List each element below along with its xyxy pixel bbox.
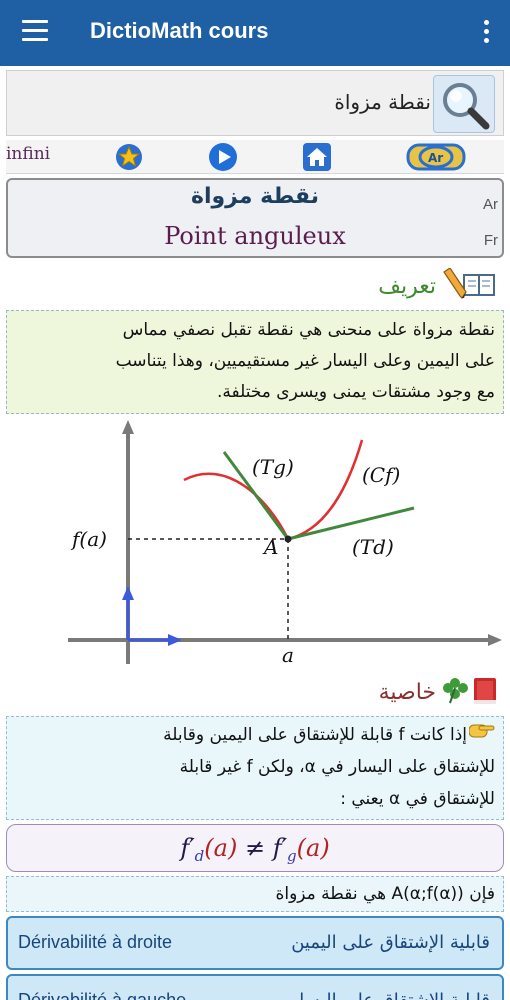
link-label-ar: قابلية الإشتقاق على اليمين xyxy=(291,932,490,953)
app-title: DictioMath cours xyxy=(90,18,269,43)
definition-line: على اليمين وعلى اليسار غير مستقيميين، وه… xyxy=(115,351,495,371)
favorite-star-button[interactable] xyxy=(114,142,144,172)
hamburger-menu-icon[interactable] xyxy=(22,20,48,42)
tangent-td xyxy=(287,506,415,541)
formula-neq: ≠ xyxy=(237,834,273,862)
property-text-box: إذا كانت f قابلة للإشتقاق على اليمين وقا… xyxy=(6,716,504,820)
formula-arg-g: (a) xyxy=(296,834,330,862)
unit-vector-j-head xyxy=(122,586,134,600)
label-fa: f(a) xyxy=(70,527,107,551)
search-button[interactable] xyxy=(433,75,495,133)
definition-heading-label: تعريف xyxy=(378,273,436,299)
label-cf: (Cf) xyxy=(362,463,400,487)
property-formula: f′d(a) ≠ f′g(a) xyxy=(6,824,504,872)
property-line: للإشتقاق في α يعني : xyxy=(340,789,495,809)
link-label-fr: Dérivabilité à gauche xyxy=(18,990,187,1000)
lang-tag-ar: Ar xyxy=(483,196,498,213)
definition-line: نقطة مزواة على منحنى هي نقطة تقبل نصفي م… xyxy=(122,320,495,340)
label-tg: (Tg) xyxy=(252,455,294,479)
property-line: للإشتقاق على اليسار في α، ولكن f غير قاب… xyxy=(179,757,495,777)
link-button-right-derivability[interactable]: Dérivabilité à droite قابلية الإشتقاق عل… xyxy=(6,916,504,970)
app-bar: DictioMath cours xyxy=(0,0,510,66)
home-button[interactable] xyxy=(302,142,332,172)
formula-f-prime-g: f′ xyxy=(272,834,288,862)
search-query[interactable]: نقطة مزواة xyxy=(334,90,431,114)
search-bar[interactable]: نقطة مزواة xyxy=(6,70,504,136)
link-label-fr: Dérivabilité à droite xyxy=(18,932,173,952)
svg-text:Ar: Ar xyxy=(428,151,443,165)
formula-sub-d: d xyxy=(194,847,205,865)
property-line: إذا كانت f قابلة للإشتقاق على اليمين وقا… xyxy=(15,719,495,751)
property-heading: خاصية xyxy=(379,674,502,710)
figure-graph: f(a) A a (Tg) (Cf) (Td) xyxy=(68,420,502,667)
label-A: A xyxy=(262,535,278,559)
curve-cf-left xyxy=(183,472,290,540)
link-button-left-derivability[interactable]: Dérivabilité à gauche قابلية الإشتقاق عل… xyxy=(6,974,504,1000)
point-a-dot xyxy=(284,535,292,543)
definition-heading: تعريف xyxy=(378,267,502,304)
x-axis-arrow xyxy=(488,634,502,646)
y-axis-arrow xyxy=(122,420,134,434)
definition-text-box: نقطة مزواة على منحنى هي نقطة تقبل نصفي م… xyxy=(6,310,504,414)
term-french: Point anguleux xyxy=(164,222,346,250)
lang-tag-fr: Fr xyxy=(483,232,498,249)
overflow-menu-icon[interactable] xyxy=(484,20,490,44)
pencil-book-icon xyxy=(442,267,502,304)
clover-book-icon xyxy=(442,674,502,710)
formula-sub-g: g xyxy=(287,847,297,865)
pointing-hand-icon xyxy=(467,719,495,751)
property-heading-label: خاصية xyxy=(378,679,436,705)
property-conclusion: فإن A(α;f(α)) هي نقطة مزواة xyxy=(6,876,504,912)
label-td: (Td) xyxy=(352,535,394,559)
translate-button[interactable]: Ar xyxy=(406,142,466,172)
infini-link[interactable]: infini xyxy=(6,144,50,164)
play-button[interactable] xyxy=(208,142,238,172)
formula-arg-d: (a) xyxy=(204,834,238,862)
definition-line: مع وجود مشتقات يمنى ويسرى مختلفة. xyxy=(216,382,495,402)
toolbar: infini Ar xyxy=(6,140,504,174)
link-label-ar: قابلية الإشتقاق على اليسار xyxy=(291,990,491,1000)
angular-point-figure: f(a) A a (Tg) (Cf) (Td) xyxy=(6,418,504,674)
home-icon xyxy=(303,143,331,171)
unit-vector-i-head xyxy=(168,634,182,646)
term-arabic: نقطة مزواة xyxy=(190,184,320,209)
translate-arfr-icon: Ar xyxy=(406,143,466,171)
magnifier-icon xyxy=(443,83,490,130)
formula-f-prime-d: f′ xyxy=(180,834,195,862)
label-a: a xyxy=(282,643,294,667)
play-icon xyxy=(209,143,237,171)
term-header-card: نقطة مزواة Point anguleux Ar Fr xyxy=(6,178,504,258)
star-icon xyxy=(116,144,142,170)
